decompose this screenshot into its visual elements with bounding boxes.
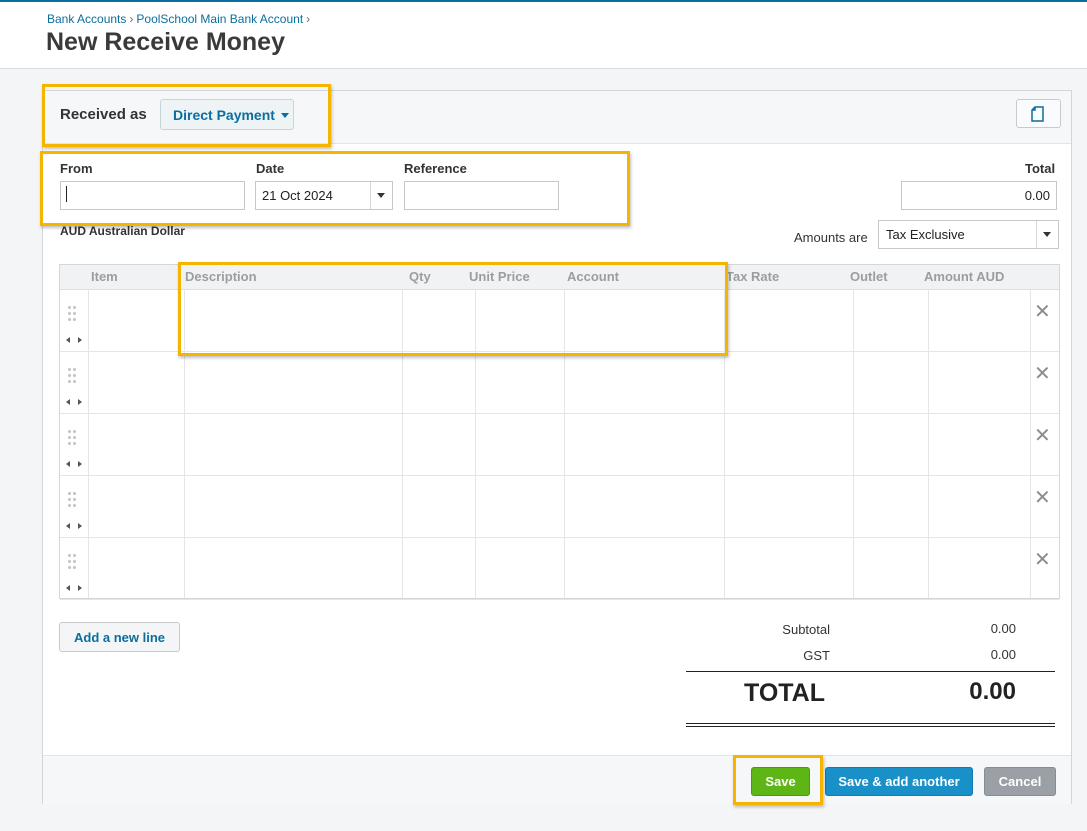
cancel-button[interactable]: Cancel bbox=[984, 767, 1056, 796]
total-double-line bbox=[686, 726, 1055, 727]
received-as-value: Direct Payment bbox=[173, 106, 275, 123]
gst-label: GST bbox=[803, 648, 830, 663]
column-divider bbox=[88, 289, 89, 598]
column-divider bbox=[564, 289, 565, 598]
drag-handle-icon[interactable] bbox=[68, 430, 78, 446]
chevron-down-icon bbox=[1043, 232, 1051, 237]
column-scroll-arrows-icon[interactable] bbox=[66, 523, 86, 531]
subtotal-label: Subtotal bbox=[782, 622, 830, 637]
column-divider bbox=[853, 289, 854, 598]
text-cursor bbox=[66, 186, 67, 202]
copy-button[interactable] bbox=[1016, 99, 1061, 128]
delete-row-icon[interactable]: ✕ bbox=[1034, 299, 1051, 324]
receive-money-panel: Received as Direct Payment From Date 21 … bbox=[42, 90, 1072, 804]
from-label: From bbox=[60, 161, 93, 176]
total-input[interactable] bbox=[901, 181, 1057, 210]
total-label: Total bbox=[1025, 161, 1056, 176]
column-divider bbox=[928, 289, 929, 598]
received-as-label: Received as bbox=[60, 106, 147, 123]
delete-row-icon[interactable]: ✕ bbox=[1034, 547, 1051, 572]
document-icon bbox=[1031, 106, 1044, 122]
breadcrumb-main-bank-account[interactable]: PoolSchool Main Bank Account bbox=[136, 12, 303, 26]
subtotal-value: 0.00 bbox=[990, 621, 1016, 636]
date-label: Date bbox=[256, 161, 285, 176]
breadcrumb: Bank Accounts › PoolSchool Main Bank Accou… bbox=[47, 12, 313, 26]
amounts-are-select[interactable]: Tax Exclusive bbox=[878, 220, 1059, 249]
total-double-line bbox=[686, 723, 1055, 724]
drag-handle-icon[interactable] bbox=[68, 554, 78, 570]
breadcrumb-separator: › bbox=[306, 12, 311, 26]
column-header-outlet: Outlet bbox=[850, 269, 888, 284]
table-row[interactable]: ✕ bbox=[60, 351, 1059, 414]
save-and-add-another-button[interactable]: Save & add another bbox=[825, 767, 973, 796]
table-header: Item Description Qty Unit Price Account … bbox=[60, 265, 1059, 290]
column-scroll-arrows-icon[interactable] bbox=[66, 585, 86, 593]
column-header-qty: Qty bbox=[409, 269, 431, 284]
table-row[interactable]: ✕ bbox=[60, 475, 1059, 538]
caret-down-icon bbox=[280, 113, 289, 119]
form-footer: Save Save & add another Cancel bbox=[43, 755, 1071, 804]
breadcrumb-separator: › bbox=[129, 12, 134, 26]
grand-total-value: 0.00 bbox=[969, 678, 1016, 705]
chevron-down-icon bbox=[377, 193, 385, 198]
total-divider bbox=[686, 671, 1055, 672]
amounts-are-value: Tax Exclusive bbox=[886, 227, 965, 242]
delete-row-icon[interactable]: ✕ bbox=[1034, 361, 1051, 386]
page-title: New Receive Money bbox=[46, 28, 285, 56]
column-divider bbox=[475, 289, 476, 598]
column-header-unit-price: Unit Price bbox=[469, 269, 530, 284]
column-header-description: Description bbox=[185, 269, 257, 284]
column-divider bbox=[1030, 289, 1031, 598]
column-header-amount-aud: Amount AUD bbox=[924, 269, 1005, 284]
grand-total-label: TOTAL bbox=[744, 679, 826, 707]
column-scroll-arrows-icon[interactable] bbox=[66, 461, 86, 469]
table-row[interactable]: ✕ bbox=[60, 413, 1059, 476]
amounts-are-label: Amounts are bbox=[794, 230, 868, 245]
received-as-bar: Received as Direct Payment bbox=[43, 91, 1071, 144]
date-value: 21 Oct 2024 bbox=[262, 188, 333, 203]
line-items-table: Item Description Qty Unit Price Account … bbox=[59, 264, 1060, 600]
column-header-item: Item bbox=[91, 269, 118, 284]
amounts-dropdown-button[interactable] bbox=[1036, 221, 1058, 248]
add-new-line-button[interactable]: Add a new line bbox=[59, 622, 180, 652]
column-divider bbox=[184, 289, 185, 598]
currency-label: AUD Australian Dollar bbox=[60, 224, 185, 238]
drag-handle-icon[interactable] bbox=[68, 368, 78, 384]
date-picker[interactable]: 21 Oct 2024 bbox=[255, 181, 393, 210]
delete-row-icon[interactable]: ✕ bbox=[1034, 485, 1051, 510]
column-divider bbox=[402, 289, 403, 598]
received-as-dropdown[interactable]: Direct Payment bbox=[160, 99, 294, 130]
column-divider bbox=[724, 289, 725, 598]
column-header-account: Account bbox=[567, 269, 619, 284]
breadcrumb-bank-accounts[interactable]: Bank Accounts bbox=[47, 12, 126, 26]
from-input[interactable] bbox=[60, 181, 245, 210]
reference-input[interactable] bbox=[404, 181, 559, 210]
page-header: Bank Accounts › PoolSchool Main Bank Accou… bbox=[0, 2, 1087, 69]
delete-row-icon[interactable]: ✕ bbox=[1034, 423, 1051, 448]
column-scroll-arrows-icon[interactable] bbox=[66, 337, 86, 345]
drag-handle-icon[interactable] bbox=[68, 306, 78, 322]
drag-handle-icon[interactable] bbox=[68, 492, 78, 508]
gst-value: 0.00 bbox=[990, 647, 1016, 662]
column-header-tax-rate: Tax Rate bbox=[726, 269, 780, 284]
table-row[interactable]: ✕ bbox=[60, 289, 1059, 352]
column-scroll-arrows-icon[interactable] bbox=[66, 399, 86, 407]
table-row[interactable]: ✕ bbox=[60, 537, 1059, 600]
reference-label: Reference bbox=[404, 161, 467, 176]
date-dropdown-button[interactable] bbox=[370, 182, 392, 209]
save-button[interactable]: Save bbox=[751, 767, 810, 796]
